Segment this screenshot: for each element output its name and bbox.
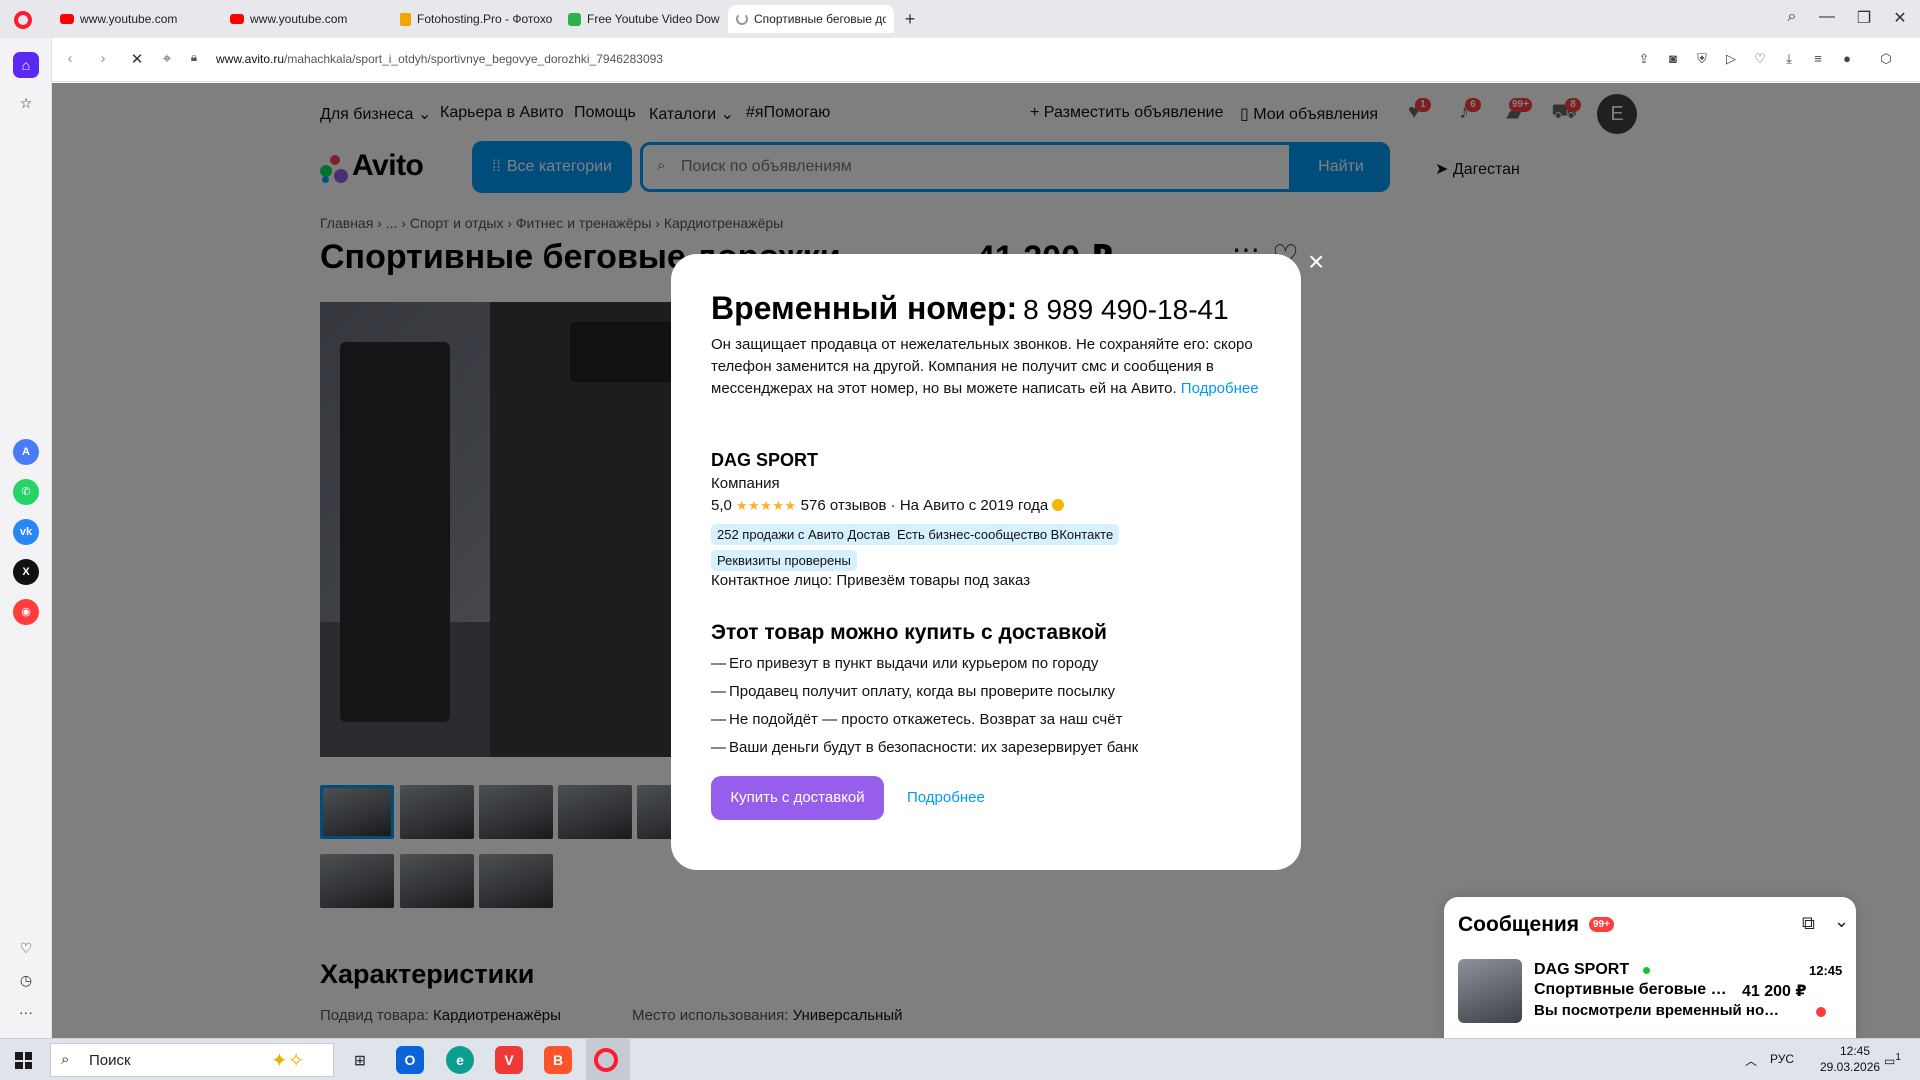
app-store-icon[interactable]: A (13, 439, 39, 465)
taskbar-search-input[interactable]: ⌕ Поиск ✦✧ (50, 1043, 334, 1077)
close-window-icon[interactable]: ✕ (1890, 8, 1910, 28)
home-icon[interactable]: ⌂ (13, 52, 39, 78)
address-bar: ‹ › ✕ ⌖ 🔒︎ www.avito.ru/mahachkala/sport… (52, 38, 1920, 82)
modal-heading: Временный номер: 8 989 490-18-41 (711, 290, 1229, 326)
adblock-icon[interactable]: ⛨ (1694, 51, 1710, 67)
forward-icon[interactable]: › (94, 50, 112, 67)
youtube-icon (60, 14, 74, 24)
fotohosting-icon (400, 12, 411, 26)
more-icon[interactable]: ··· (13, 999, 39, 1025)
copilot-sparkle-icon: ✦✧ (271, 1050, 305, 1072)
seller-name[interactable]: DAG SPORT (711, 450, 818, 471)
seller-rating: 5,0 ★★★★★ 576 отзывов · На Авито с 2019 го… (711, 497, 1065, 514)
modal-description: Он защищает продавца от нежелательных зв… (711, 336, 1259, 397)
chip-vk-community: Есть бизнес-сообщество ВКонтакте (891, 524, 1120, 545)
new-tab-button[interactable]: + (900, 9, 920, 30)
tab-search-icon[interactable]: ⌕ (1782, 8, 1802, 26)
vivaldi-icon[interactable]: V (495, 1046, 523, 1074)
messages-widget[interactable]: Сообщения 99+ ⧉ ⌄ DAG SPORT 12:45 Спорти… (1444, 897, 1856, 1042)
contact-person: Контактное лицо: Привезём товары под зак… (711, 572, 1031, 589)
chat-sender: DAG SPORT (1534, 961, 1630, 978)
temporary-number-modal: Временный номер: 8 989 490-18-41 Он защищ… (671, 254, 1301, 870)
search-icon: ⌕ (61, 1051, 70, 1068)
play-icon[interactable]: ▷ (1723, 51, 1739, 67)
x-twitter-icon[interactable]: X (13, 559, 39, 585)
music-player-icon[interactable]: ◉ (13, 599, 39, 625)
delivery-heading: Этот товар можно купить с доставкой (711, 621, 1107, 644)
opera-sidebar: ⌂ ☆ A ✆ vk X ◉ ♡ ◷ ··· (0, 38, 52, 1038)
open-external-icon[interactable]: ⧉ (1802, 913, 1815, 934)
rating-stars-icon: ★★★★★ (735, 498, 797, 513)
outlook-icon[interactable]: O (396, 1046, 424, 1074)
opera-logo-icon[interactable] (14, 11, 32, 29)
location-pin-icon[interactable]: ⌖ (158, 50, 176, 67)
profile-icon[interactable]: ● (1839, 51, 1855, 67)
chat-time: 12:45 (1809, 963, 1843, 978)
tab-avito-active[interactable]: Спортивные беговые до (728, 5, 894, 33)
tab-video-downloader[interactable]: Free Youtube Video Down (560, 5, 728, 33)
edge-icon[interactable]: e (446, 1046, 474, 1074)
notification-center-icon[interactable]: ▭1 (1884, 1052, 1901, 1068)
more-info-link[interactable]: Подробнее (1181, 380, 1259, 397)
extensions-box-icon[interactable]: ⬡ (1878, 51, 1894, 67)
bookmark-heart-icon[interactable]: ♡ (1752, 51, 1768, 67)
youtube-icon (230, 14, 244, 24)
tab-fotohosting[interactable]: Fotohosting.Pro - Фотохо (392, 5, 560, 33)
seller-type: Компания (711, 475, 780, 492)
medal-icon (1052, 499, 1065, 511)
history-icon[interactable]: ◷ (13, 967, 39, 993)
whatsapp-icon[interactable]: ✆ (13, 479, 39, 505)
buy-with-delivery-button[interactable]: Купить с доставкой (711, 776, 884, 820)
chip-verified: Реквизиты проверены (711, 550, 857, 571)
taskbar-clock[interactable]: 12:45 29.03.2026 (1820, 1043, 1880, 1075)
back-icon[interactable]: ‹ (61, 50, 79, 67)
language-indicator[interactable]: РУС (1770, 1052, 1794, 1066)
minimize-icon[interactable]: — (1817, 8, 1837, 26)
windows-taskbar: ⌕ Поиск ✦✧ ⊞ O e V B ︿ РУС 12:45 29.03.2… (0, 1038, 1920, 1080)
tab-youtube-1[interactable]: www.youtube.com (52, 5, 222, 33)
messages-count-badge: 99+ (1589, 917, 1614, 932)
tray-chevron-up-icon[interactable]: ︿ (1745, 1052, 1757, 1069)
tab-youtube-2[interactable]: www.youtube.com (222, 5, 392, 33)
chat-subject: Спортивные беговые дорожки (1534, 981, 1729, 998)
collapse-chevron-icon[interactable]: ⌄ (1834, 911, 1849, 932)
download-icon[interactable]: ⤓ (1781, 51, 1797, 67)
chat-product-thumbnail (1458, 959, 1522, 1023)
messages-title: Сообщения (1458, 913, 1580, 936)
loading-icon (736, 13, 748, 25)
browser-tab-bar: www.youtube.com www.youtube.com Fotohost… (0, 0, 1920, 38)
reviews-link[interactable]: 576 отзывов (801, 497, 887, 514)
restore-icon[interactable]: ❐ (1854, 8, 1874, 28)
star-icon[interactable]: ☆ (13, 90, 39, 116)
opera-taskbar-icon[interactable] (594, 1048, 618, 1072)
camera-icon[interactable]: ◙ (1665, 51, 1681, 67)
delivery-points-list: — Его привезут в пункт выдачи или курьеро… (711, 654, 1138, 766)
favorites-heart-icon[interactable]: ♡ (13, 935, 39, 961)
brave-icon[interactable]: B (544, 1046, 572, 1074)
chat-preview: Вы посмотрели временный номер продавца (1534, 1002, 1789, 1019)
lock-icon[interactable]: 🔒︎ (185, 50, 203, 65)
task-view-icon[interactable]: ⊞ (346, 1046, 374, 1074)
unread-dot (1816, 1007, 1826, 1017)
stop-loading-icon[interactable]: ✕ (128, 50, 146, 68)
list-item: — Ваши деньги будут в безопасности: их за… (711, 739, 1139, 756)
list-item: — Его привезут в пункт выдачи или курьеро… (711, 655, 1099, 672)
downloader-icon (568, 12, 581, 26)
temporary-phone-number: 8 989 490-18-41 (1023, 294, 1229, 325)
online-status-dot (1643, 967, 1650, 974)
url-text[interactable]: www.avito.ru/mahachkala/sport_i_otdyh/sp… (216, 52, 663, 66)
list-item: — Не подойдёт — просто откажетесь. Возвра… (711, 711, 1123, 728)
chip-deliveries: 252 продажи с Авито Доставкой (711, 524, 917, 545)
windows-start-icon[interactable] (15, 1052, 32, 1069)
more-details-link[interactable]: Подробнее (907, 789, 985, 806)
list-item: — Продавец получит оплату, когда вы прове… (711, 683, 1116, 700)
close-modal-icon[interactable]: × (1308, 248, 1324, 276)
menu-lines-icon[interactable]: ≡ (1810, 51, 1826, 67)
chat-price: 41 200 ₽ (1742, 983, 1807, 1000)
share-icon[interactable]: ⇪ (1636, 51, 1652, 67)
vk-icon[interactable]: vk (13, 519, 39, 545)
